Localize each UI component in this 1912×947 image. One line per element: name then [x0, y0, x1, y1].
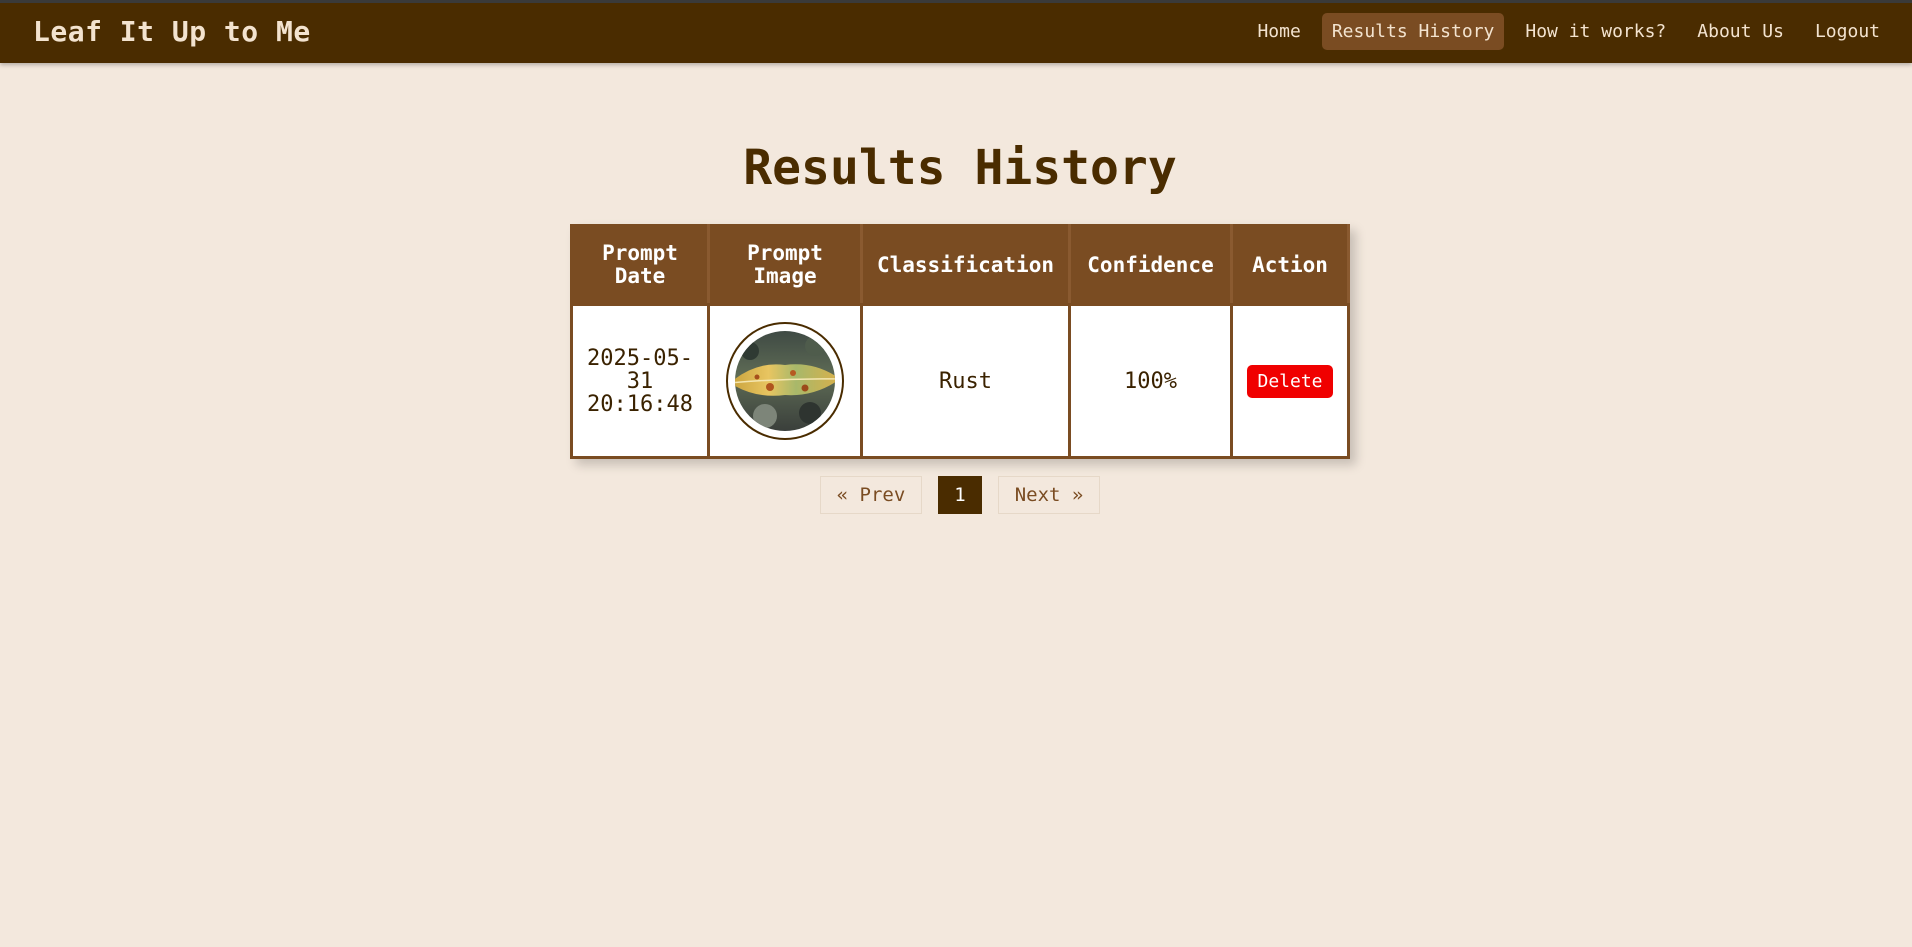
nav-item-results-history[interactable]: Results History [1321, 13, 1505, 50]
nav-item-logout[interactable]: Logout [1805, 13, 1890, 50]
page-title: Results History [743, 140, 1177, 196]
next-page-button[interactable]: Next » [997, 476, 1101, 514]
cell-classification: Rust [860, 303, 1071, 459]
cell-confidence: 100% [1068, 303, 1233, 459]
leaf-thumbnail[interactable] [735, 331, 835, 431]
table-row: 2025-05-31 20:16:48 Rust 100% Delete [570, 303, 1350, 459]
column-header-prompt-image: Prompt Image [707, 224, 863, 306]
table-header-row: Prompt Date Prompt Image Classification … [570, 224, 1350, 306]
column-header-prompt-date: Prompt Date [570, 224, 710, 306]
cell-action: Delete [1230, 303, 1350, 459]
prev-page-button[interactable]: « Prev [819, 476, 923, 514]
column-header-action: Action [1230, 224, 1350, 306]
column-header-classification: Classification [860, 224, 1071, 306]
nav-item-home[interactable]: Home [1247, 13, 1310, 50]
brand-logo-text[interactable]: Leaf It Up to Me [33, 15, 311, 48]
nav-item-about-us[interactable]: About Us [1687, 13, 1794, 50]
thumbnail-frame [726, 322, 844, 440]
column-header-confidence: Confidence [1068, 224, 1233, 306]
cell-prompt-image [707, 303, 863, 459]
nav-item-how-it-works[interactable]: How it works? [1515, 13, 1676, 50]
navbar: Leaf It Up to Me Home Results History Ho… [0, 0, 1912, 63]
pagination: « Prev 1 Next » [0, 476, 1912, 514]
page-number-current[interactable]: 1 [938, 476, 982, 514]
delete-button[interactable]: Delete [1247, 364, 1333, 398]
results-table: Prompt Date Prompt Image Classification … [570, 224, 1350, 459]
nav-links: Home Results History How it works? About… [1236, 13, 1890, 50]
cell-prompt-date: 2025-05-31 20:16:48 [570, 303, 710, 459]
